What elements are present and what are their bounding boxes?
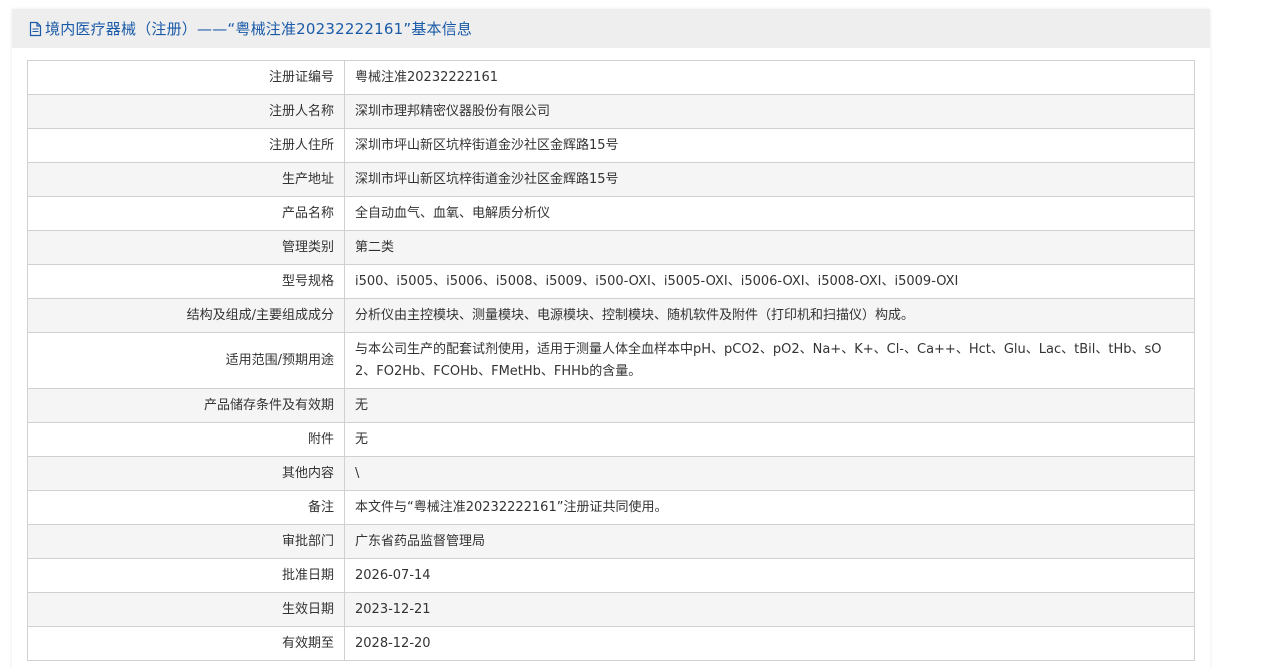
field-value: 无	[344, 422, 1195, 457]
field-label: 有效期至	[27, 626, 345, 661]
field-value: 2026-07-14	[344, 558, 1195, 593]
table-row: 生产地址 深圳市坪山新区坑梓街道金沙社区金辉路15号	[27, 162, 1195, 197]
table-row: 批准日期 2026-07-14	[27, 558, 1195, 593]
field-value: \	[344, 456, 1195, 491]
table-row: 有效期至 2028-12-20	[27, 626, 1195, 661]
table-row: 备注 本文件与“粤械注准20232222161”注册证共同使用。	[27, 490, 1195, 525]
field-value: 无	[344, 388, 1195, 423]
field-value: 全自动血气、血氧、电解质分析仪	[344, 196, 1195, 231]
table-row: 附件 无	[27, 422, 1195, 457]
field-label: 结构及组成/主要组成成分	[27, 298, 345, 333]
table-row: 注册人名称 深圳市理邦精密仪器股份有限公司	[27, 94, 1195, 129]
info-table: 注册证编号 粤械注准20232222161 注册人名称 深圳市理邦精密仪器股份有…	[27, 60, 1195, 661]
field-value: 第二类	[344, 230, 1195, 265]
field-label: 附件	[27, 422, 345, 457]
table-row: 产品储存条件及有效期 无	[27, 388, 1195, 423]
field-value: 深圳市坪山新区坑梓街道金沙社区金辉路15号	[344, 128, 1195, 163]
field-label: 产品名称	[27, 196, 345, 231]
field-label: 型号规格	[27, 264, 345, 299]
field-label: 批准日期	[27, 558, 345, 593]
table-row: 产品名称 全自动血气、血氧、电解质分析仪	[27, 196, 1195, 231]
field-label: 审批部门	[27, 524, 345, 559]
field-value: 深圳市坪山新区坑梓街道金沙社区金辉路15号	[344, 162, 1195, 197]
field-value: 本文件与“粤械注准20232222161”注册证共同使用。	[344, 490, 1195, 525]
table-row: 型号规格 i500、i5005、i5006、i5008、i5009、i500-O…	[27, 264, 1195, 299]
field-label: 管理类别	[27, 230, 345, 265]
table-row: 注册证编号 粤械注准20232222161	[27, 60, 1195, 95]
field-label: 生产地址	[27, 162, 345, 197]
field-label: 注册证编号	[27, 60, 345, 95]
field-value: 广东省药品监督管理局	[344, 524, 1195, 559]
table-row: 管理类别 第二类	[27, 230, 1195, 265]
table-row: 生效日期 2023-12-21	[27, 592, 1195, 627]
field-label: 备注	[27, 490, 345, 525]
field-label: 适用范围/预期用途	[27, 332, 345, 389]
table-row: 其他内容 \	[27, 456, 1195, 491]
field-value: 分析仪由主控模块、测量模块、电源模块、控制模块、随机软件及附件（打印机和扫描仪）…	[344, 298, 1195, 333]
page-title: 境内医疗器械（注册）——“粤械注准20232222161”基本信息	[45, 20, 473, 38]
table-row: 审批部门 广东省药品监督管理局	[27, 524, 1195, 559]
table-row: 注册人住所 深圳市坪山新区坑梓街道金沙社区金辉路15号	[27, 128, 1195, 163]
field-label: 产品储存条件及有效期	[27, 388, 345, 423]
info-table-container: 注册证编号 粤械注准20232222161 注册人名称 深圳市理邦精密仪器股份有…	[27, 60, 1195, 661]
document-icon	[28, 21, 43, 37]
field-label: 注册人住所	[27, 128, 345, 163]
field-value: 深圳市理邦精密仪器股份有限公司	[344, 94, 1195, 129]
field-label: 注册人名称	[27, 94, 345, 129]
detail-panel: 境内医疗器械（注册）——“粤械注准20232222161”基本信息 注册证编号 …	[12, 9, 1210, 669]
field-label: 生效日期	[27, 592, 345, 627]
field-value: i500、i5005、i5006、i5008、i5009、i500-OXI、i5…	[344, 264, 1195, 299]
table-row: 结构及组成/主要组成成分 分析仪由主控模块、测量模块、电源模块、控制模块、随机软…	[27, 298, 1195, 333]
panel-header: 境内医疗器械（注册）——“粤械注准20232222161”基本信息	[12, 9, 1210, 48]
table-row: 适用范围/预期用途 与本公司生产的配套试剂使用，适用于测量人体全血样本中pH、p…	[27, 332, 1195, 389]
field-label: 其他内容	[27, 456, 345, 491]
field-value: 2023-12-21	[344, 592, 1195, 627]
field-value: 与本公司生产的配套试剂使用，适用于测量人体全血样本中pH、pCO2、pO2、Na…	[344, 332, 1195, 389]
field-value: 粤械注准20232222161	[344, 60, 1195, 95]
field-value: 2028-12-20	[344, 626, 1195, 661]
